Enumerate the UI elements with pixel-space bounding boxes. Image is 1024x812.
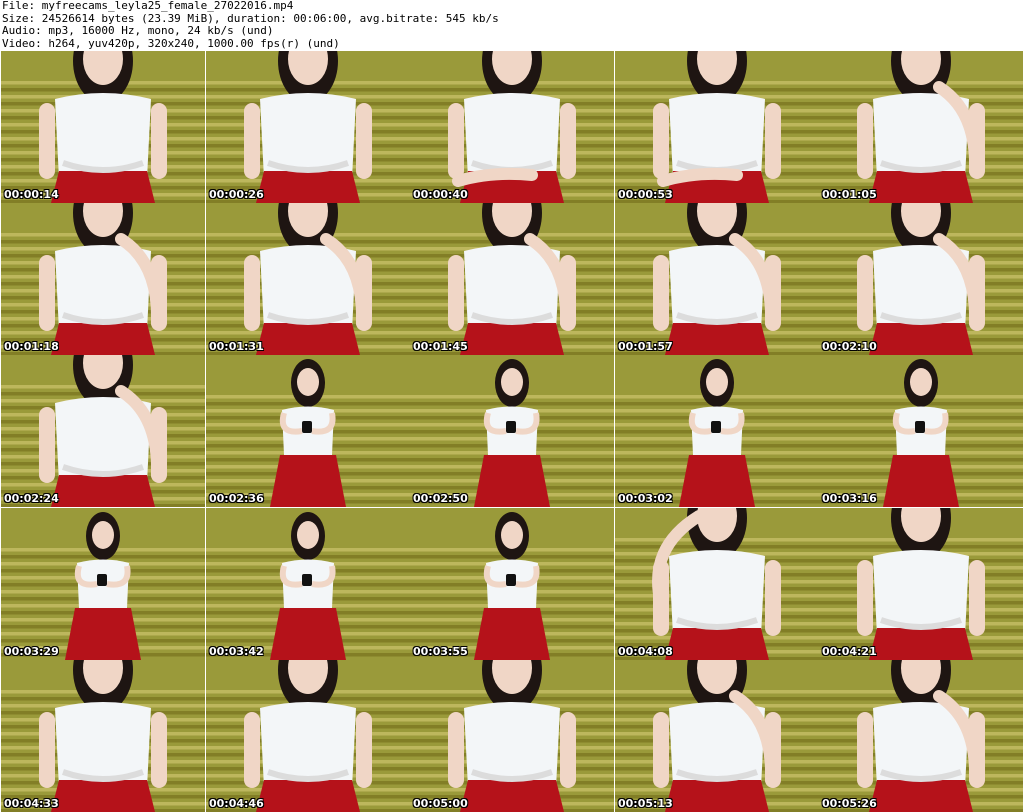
video-thumbnail: 00:03:55 xyxy=(410,508,614,660)
video-frame-image xyxy=(1,660,205,812)
frame-timestamp: 00:01:57 xyxy=(618,340,673,353)
video-thumbnail: 00:04:46 xyxy=(206,660,410,812)
video-thumbnail: 00:05:13 xyxy=(615,660,819,812)
video-thumbnail: 00:01:45 xyxy=(410,203,614,355)
video-info-line: Video: h264, yuv420p, 320x240, 1000.00 f… xyxy=(2,36,340,50)
video-thumbnail: 00:00:14 xyxy=(1,51,205,203)
frame-timestamp: 00:03:42 xyxy=(209,645,264,658)
video-thumbnail: 00:05:26 xyxy=(819,660,1023,812)
video-frame-image xyxy=(819,508,1023,660)
video-thumbnail: 00:02:36 xyxy=(206,355,410,507)
video-frame-image xyxy=(615,355,819,507)
video-frame-image xyxy=(819,51,1023,203)
frame-timestamp: 00:05:00 xyxy=(413,797,468,810)
frame-timestamp: 00:01:05 xyxy=(822,188,877,201)
thumbnail-grid: 00:00:14 00:00:26 00:00:40 00:00:53 00:01:05… xyxy=(0,50,1024,812)
video-frame-image xyxy=(819,203,1023,355)
video-frame-image xyxy=(410,660,614,812)
video-thumbnail: 00:03:16 xyxy=(819,355,1023,507)
video-frame-image xyxy=(615,660,819,812)
frame-timestamp: 00:00:40 xyxy=(413,188,468,201)
video-frame-image xyxy=(1,508,205,660)
frame-timestamp: 00:03:16 xyxy=(822,492,877,505)
frame-timestamp: 00:03:55 xyxy=(413,645,468,658)
video-frame-image xyxy=(410,51,614,203)
video-thumbnail: 00:03:29 xyxy=(1,508,205,660)
frame-timestamp: 00:00:53 xyxy=(618,188,673,201)
video-thumbnail: 00:03:42 xyxy=(206,508,410,660)
frame-timestamp: 00:02:36 xyxy=(209,492,264,505)
video-frame-image xyxy=(1,355,205,507)
video-frame-image xyxy=(615,51,819,203)
video-frame-image xyxy=(1,203,205,355)
frame-timestamp: 00:04:46 xyxy=(209,797,264,810)
video-frame-image xyxy=(819,660,1023,812)
video-frame-image xyxy=(206,51,410,203)
frame-timestamp: 00:05:26 xyxy=(822,797,877,810)
frame-timestamp: 00:04:33 xyxy=(4,797,59,810)
frame-timestamp: 00:03:29 xyxy=(4,645,59,658)
video-frame-image xyxy=(206,508,410,660)
video-thumbnail: 00:04:08 xyxy=(615,508,819,660)
frame-timestamp: 00:04:21 xyxy=(822,645,877,658)
video-thumbnail: 00:01:05 xyxy=(819,51,1023,203)
frame-timestamp: 00:00:26 xyxy=(209,188,264,201)
video-frame-image xyxy=(410,508,614,660)
frame-timestamp: 00:04:08 xyxy=(618,645,673,658)
video-thumbnail: 00:01:18 xyxy=(1,203,205,355)
file-info-header: File: myfreecams_leyla25_female_27022016… xyxy=(2,0,1022,50)
video-thumbnail: 00:03:02 xyxy=(615,355,819,507)
frame-timestamp: 00:01:45 xyxy=(413,340,468,353)
audio-info-line: Audio: mp3, 16000 Hz, mono, 24 kb/s (und… xyxy=(2,24,274,37)
video-thumbnail: 00:02:24 xyxy=(1,355,205,507)
frame-timestamp: 00:03:02 xyxy=(618,492,673,505)
file-name-line: File: myfreecams_leyla25_female_27022016… xyxy=(2,0,294,12)
video-frame-image xyxy=(410,203,614,355)
video-thumbnail: 00:00:40 xyxy=(410,51,614,203)
video-thumbnail: 00:02:10 xyxy=(819,203,1023,355)
video-thumbnail: 00:00:26 xyxy=(206,51,410,203)
video-frame-image xyxy=(615,508,819,660)
video-frame-image xyxy=(1,51,205,203)
frame-timestamp: 00:02:50 xyxy=(413,492,468,505)
video-frame-image xyxy=(206,203,410,355)
video-thumbnail: 00:04:33 xyxy=(1,660,205,812)
video-thumbnail: 00:04:21 xyxy=(819,508,1023,660)
video-frame-image xyxy=(206,355,410,507)
video-thumbnail: 00:01:57 xyxy=(615,203,819,355)
video-frame-image xyxy=(410,355,614,507)
frame-timestamp: 00:05:13 xyxy=(618,797,673,810)
frame-timestamp: 00:01:31 xyxy=(209,340,264,353)
video-frame-image xyxy=(206,660,410,812)
video-thumbnail: 00:05:00 xyxy=(410,660,614,812)
video-thumbnail: 00:02:50 xyxy=(410,355,614,507)
frame-timestamp: 00:00:14 xyxy=(4,188,59,201)
frame-timestamp: 00:02:10 xyxy=(822,340,877,353)
frame-timestamp: 00:02:24 xyxy=(4,492,59,505)
video-thumbnail: 00:00:53 xyxy=(615,51,819,203)
video-thumbnail: 00:01:31 xyxy=(206,203,410,355)
video-frame-image xyxy=(615,203,819,355)
video-frame-image xyxy=(819,355,1023,507)
frame-timestamp: 00:01:18 xyxy=(4,340,59,353)
